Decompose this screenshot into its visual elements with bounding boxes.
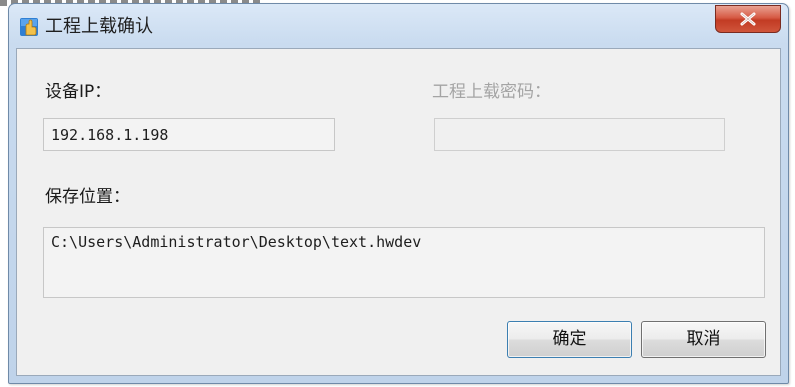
password-label: 工程上载密码： bbox=[432, 82, 551, 102]
upload-confirm-dialog: 工程上载确认 设备IP： 工程上载密码： 保存位置： C:\Users\Admi… bbox=[8, 3, 789, 384]
title-bar[interactable]: 工程上载确认 bbox=[9, 4, 788, 48]
download-hand-icon bbox=[20, 18, 38, 36]
device-ip-label: 设备IP： bbox=[45, 82, 112, 102]
window-title: 工程上载确认 bbox=[45, 16, 153, 37]
cancel-button[interactable]: 取消 bbox=[641, 321, 766, 358]
confirm-button[interactable]: 确定 bbox=[507, 321, 632, 358]
screen: 工程上载确认 设备IP： 工程上载密码： 保存位置： C:\Users\Admi… bbox=[0, 0, 795, 387]
close-icon bbox=[740, 12, 756, 26]
close-button[interactable] bbox=[715, 5, 781, 33]
dialog-body: 设备IP： 工程上载密码： 保存位置： C:\Users\Administrat… bbox=[16, 48, 781, 376]
password-field[interactable] bbox=[434, 118, 725, 151]
save-location-field[interactable]: C:\Users\Administrator\Desktop\text.hwde… bbox=[43, 227, 765, 298]
device-ip-field[interactable] bbox=[43, 118, 335, 151]
save-location-label: 保存位置： bbox=[45, 187, 130, 207]
